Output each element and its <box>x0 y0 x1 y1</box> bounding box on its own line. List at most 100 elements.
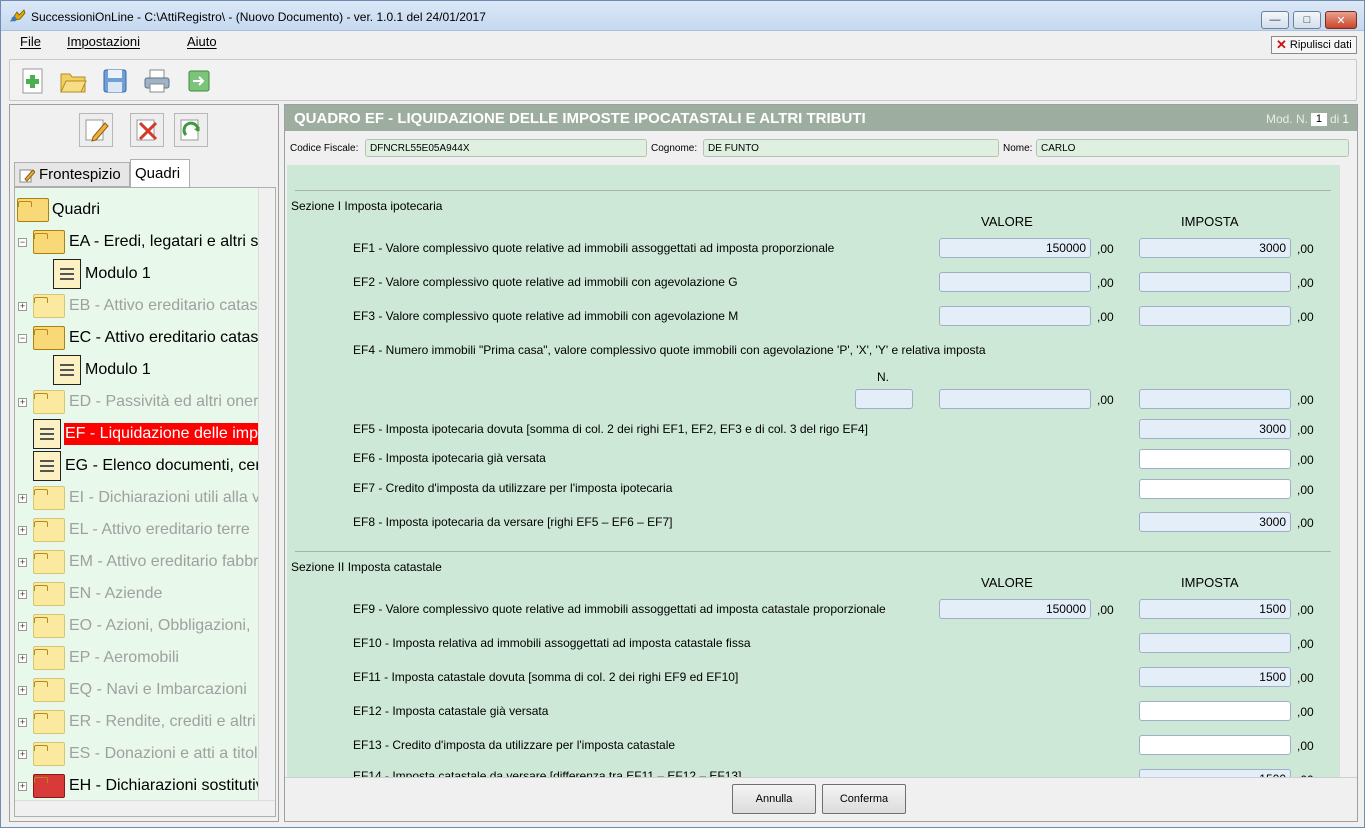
ef10-imposta-field[interactable] <box>1139 633 1291 653</box>
ef13-imposta-field[interactable] <box>1139 735 1291 755</box>
tree-expander[interactable]: + <box>18 302 27 311</box>
ef6-imposta-field[interactable] <box>1139 449 1291 469</box>
folder-open-icon <box>33 326 65 350</box>
tree-expander[interactable]: + <box>18 526 27 535</box>
new-document-button[interactable] <box>18 66 48 96</box>
tree-expander[interactable]: + <box>18 590 27 599</box>
delete-quadro-button[interactable] <box>130 113 164 147</box>
tree-item[interactable]: EI - Dichiarazioni utili alla v <box>33 484 261 512</box>
tree-expander[interactable]: + <box>18 398 27 407</box>
folder-icon <box>33 294 65 318</box>
tree-item[interactable]: EG - Elenco documenti, cer <box>33 451 262 481</box>
tree-expander[interactable]: − <box>18 238 27 247</box>
refresh-quadro-button[interactable] <box>174 113 208 147</box>
cognome-field: DE FUNTO <box>703 139 999 157</box>
tree-item-label: ES - Donazioni e atti a titol <box>69 745 258 762</box>
tree-item[interactable]: EM - Attivo ereditario fabbr <box>33 548 259 576</box>
mod-number-field[interactable]: 1 <box>1310 112 1327 126</box>
tree-expander[interactable]: + <box>18 622 27 631</box>
tree-expander[interactable]: + <box>18 750 27 759</box>
tree-root-label: Quadri <box>52 201 101 218</box>
tree-item[interactable]: ES - Donazioni e atti a titol <box>33 740 259 768</box>
row-label: EF6 - Imposta ipotecaria già versata <box>353 451 546 465</box>
tab-frontespizio[interactable]: Frontespizio <box>14 162 130 187</box>
print-button[interactable] <box>142 66 172 96</box>
tree-item[interactable]: EL - Attivo ereditario terre <box>33 516 251 544</box>
row-label: EF13 - Credito d'imposta da utilizzare p… <box>353 738 676 752</box>
ef3-imposta-field[interactable] <box>1139 306 1291 326</box>
tree-item[interactable]: ED - Passività ed altri oner <box>33 388 259 416</box>
tree-expander[interactable]: + <box>18 494 27 503</box>
tab-quadri[interactable]: Quadri <box>130 159 190 188</box>
cents-suffix: ,00 <box>1297 671 1314 685</box>
cents-suffix: ,00 <box>1297 739 1314 753</box>
cents-suffix: ,00 <box>1097 242 1114 256</box>
tree-item[interactable]: EO - Azioni, Obbligazioni, <box>33 612 251 640</box>
ef4-n-field[interactable] <box>855 389 913 409</box>
ef9-imposta-field[interactable]: 1500 <box>1139 599 1291 619</box>
left-pane: Frontespizio Quadri Quadri − EA - Eredi, … <box>9 104 279 822</box>
document-icon <box>53 355 81 385</box>
tree-expander[interactable]: + <box>18 718 27 727</box>
ef1-valore-field[interactable]: 150000 <box>939 238 1091 258</box>
close-button[interactable]: ✕ <box>1325 11 1357 29</box>
maximize-button[interactable]: □ <box>1293 11 1321 29</box>
tree-item[interactable]: EF - Liquidazione delle imp <box>33 419 259 449</box>
tree-expander[interactable]: + <box>18 686 27 695</box>
exit-button[interactable] <box>184 66 214 96</box>
tree-expander[interactable]: − <box>18 334 27 343</box>
ef4-valore-field[interactable] <box>939 389 1091 409</box>
title-bar: SuccessioniOnLine - C:\AttiRegistro\ - (… <box>1 1 1364 31</box>
tree-horizontal-scrollbar[interactable] <box>15 800 275 816</box>
ef14-imposta-field[interactable]: 1500 <box>1139 769 1291 777</box>
tree-item[interactable]: EQ - Navi e Imbarcazioni <box>33 676 248 704</box>
mod-total: 1 <box>1342 112 1349 126</box>
minimize-button[interactable]: — <box>1261 11 1289 29</box>
ef9-valore-field[interactable]: 150000 <box>939 599 1091 619</box>
ef3-valore-field[interactable] <box>939 306 1091 326</box>
menu-impostazioni[interactable]: Impostazioni <box>67 34 140 49</box>
row-label: EF10 - Imposta relativa ad immobili asso… <box>353 636 751 650</box>
tree-vertical-scrollbar[interactable] <box>258 188 274 800</box>
tree-item[interactable]: Modulo 1 <box>53 355 152 385</box>
ef4-imposta-field[interactable] <box>1139 389 1291 409</box>
form-vertical-scrollbar[interactable] <box>1339 165 1355 777</box>
edit-quadro-button[interactable] <box>79 113 113 147</box>
tree-root[interactable]: Quadri <box>17 196 100 224</box>
save-button[interactable] <box>100 66 130 96</box>
menu-aiuto[interactable]: Aiuto <box>187 34 217 49</box>
tree-item[interactable]: EH - Dichiarazioni sostitutiv <box>33 772 265 800</box>
cents-suffix: ,00 <box>1297 276 1314 290</box>
tree-item[interactable]: EC - Attivo ereditario catas <box>33 324 259 352</box>
tree-item[interactable]: EA - Eredi, legatari e altri s <box>33 228 259 256</box>
tree-item-label: EG - Elenco documenti, cer <box>65 457 261 474</box>
ef11-imposta-field[interactable]: 1500 <box>1139 667 1291 687</box>
annulla-button[interactable]: Annulla <box>732 784 816 814</box>
menu-file[interactable]: File <box>20 34 41 49</box>
folder-open-icon <box>60 73 87 93</box>
section1-valore-header: VALORE <box>981 214 1033 229</box>
ef7-imposta-field[interactable] <box>1139 479 1291 499</box>
ef12-imposta-field[interactable] <box>1139 701 1291 721</box>
ef2-valore-field[interactable] <box>939 272 1091 292</box>
left-tabs: Frontespizio Quadri <box>14 158 278 188</box>
conferma-button[interactable]: Conferma <box>822 784 906 814</box>
tree-item[interactable]: EB - Attivo ereditario catas <box>33 292 259 320</box>
open-folder-button[interactable] <box>58 66 88 96</box>
tree-item[interactable]: EN - Aziende <box>33 580 163 608</box>
ef5-imposta-field[interactable]: 3000 <box>1139 419 1291 439</box>
tree-item[interactable]: Modulo 1 <box>53 259 152 289</box>
tree-expander[interactable]: + <box>18 558 27 567</box>
tree-expander[interactable]: + <box>18 654 27 663</box>
section2-imposta-header: IMPOSTA <box>1181 575 1239 590</box>
ef1-imposta-field[interactable]: 3000 <box>1139 238 1291 258</box>
ef2-imposta-field[interactable] <box>1139 272 1291 292</box>
folder-icon <box>33 614 65 638</box>
tree-item-label: EO - Azioni, Obbligazioni, <box>69 617 251 634</box>
section1-title: Sezione I Imposta ipotecaria <box>291 199 443 213</box>
tree-item[interactable]: ER - Rendite, crediti e altri <box>33 708 257 736</box>
tree-item[interactable]: EP - Aeromobili <box>33 644 180 672</box>
ef8-imposta-field[interactable]: 3000 <box>1139 512 1291 532</box>
ripulisci-dati-button[interactable]: ✕ Ripulisci dati <box>1271 36 1357 54</box>
tree-expander[interactable]: + <box>18 782 27 791</box>
